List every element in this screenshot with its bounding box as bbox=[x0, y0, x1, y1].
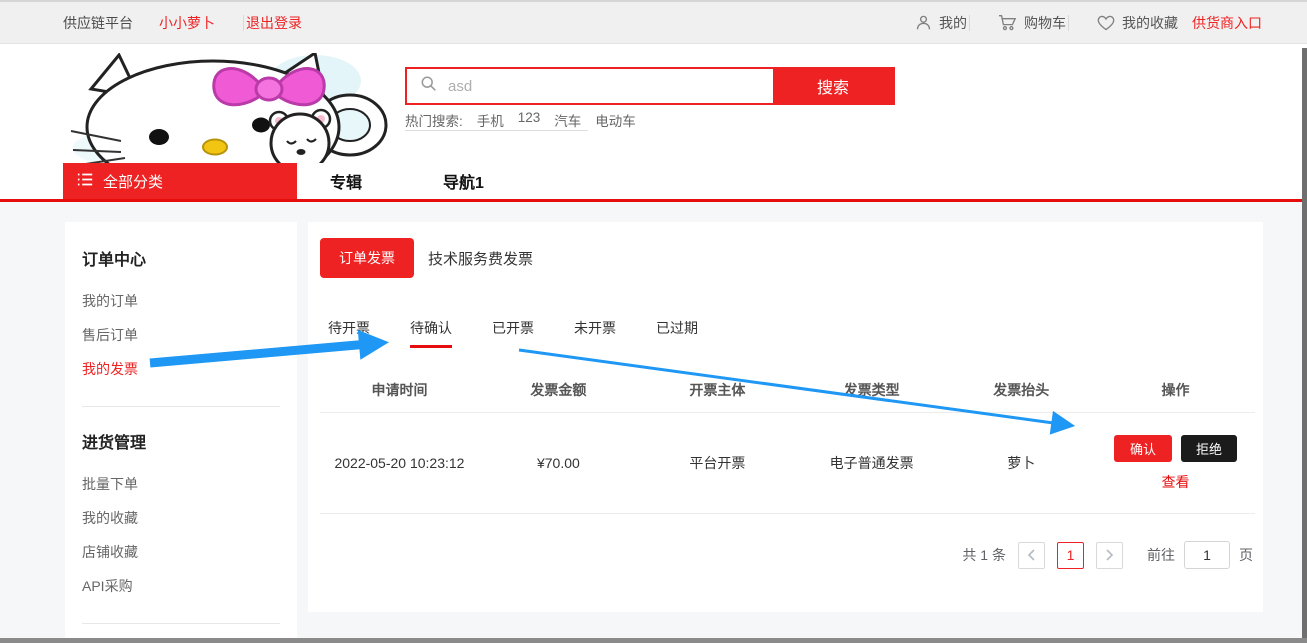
app-window: 供应链平台 小小萝卜 退出登录 我的 bbox=[0, 0, 1307, 643]
nav-link-nav1[interactable]: 导航1 bbox=[443, 163, 484, 199]
heart-icon bbox=[1097, 15, 1115, 31]
invoice-status-tabs: 待开票 待确认 已开票 未开票 已过期 bbox=[328, 318, 1255, 348]
all-categories-label: 全部分类 bbox=[103, 171, 163, 192]
col-invoice-type: 发票类型 bbox=[797, 380, 947, 400]
sidebar-divider bbox=[82, 623, 280, 624]
tab-tech-service-invoice[interactable]: 技术服务费发票 bbox=[428, 248, 533, 269]
topbar-left: 供应链平台 小小萝卜 退出登录 bbox=[63, 13, 328, 33]
invoice-table: 申请时间 发票金额 开票主体 发票类型 发票抬头 操作 2022-05-20 1… bbox=[320, 380, 1255, 514]
tab-expired[interactable]: 已过期 bbox=[656, 318, 698, 348]
confirm-button[interactable]: 确认 bbox=[1114, 435, 1172, 462]
hot-search-item[interactable]: 汽车 bbox=[554, 110, 581, 130]
tab-order-invoice[interactable]: 订单发票 bbox=[320, 238, 414, 278]
topbar: 供应链平台 小小萝卜 退出登录 我的 bbox=[0, 0, 1307, 44]
search-input[interactable] bbox=[446, 77, 773, 96]
tab-pending-confirm[interactable]: 待确认 bbox=[410, 318, 452, 348]
window-right-edge bbox=[1302, 48, 1307, 643]
pagination: 共 1 条 1 前往 页 bbox=[320, 541, 1255, 569]
tab-issued[interactable]: 已开票 bbox=[492, 318, 534, 348]
goto-label: 前往 bbox=[1147, 545, 1175, 565]
col-invoice-title: 发票抬头 bbox=[946, 380, 1096, 400]
topbar-divider bbox=[1068, 15, 1069, 31]
hot-search-label: 热门搜索: bbox=[405, 110, 463, 130]
all-categories-button[interactable]: 全部分类 bbox=[63, 163, 297, 199]
sidebar-divider bbox=[82, 406, 280, 407]
sidebar-item-my-orders[interactable]: 我的订单 bbox=[82, 284, 280, 318]
col-amount: 发票金额 bbox=[479, 380, 638, 400]
hot-search-item[interactable]: 手机 bbox=[477, 110, 504, 130]
page-unit-label: 页 bbox=[1239, 545, 1253, 565]
cell-apply-time: 2022-05-20 10:23:12 bbox=[320, 455, 479, 471]
cell-amount: ¥70.00 bbox=[479, 455, 638, 471]
view-link[interactable]: 查看 bbox=[1161, 472, 1189, 492]
sidebar-group-order-center: 订单中心 bbox=[82, 246, 280, 270]
reject-button[interactable]: 拒绝 bbox=[1181, 435, 1237, 462]
favorites-link[interactable]: 我的收藏 bbox=[1097, 13, 1178, 33]
sidebar-item-api-purchase[interactable]: API采购 bbox=[82, 569, 280, 603]
table-row: 2022-05-20 10:23:12 ¥70.00 平台开票 电子普通发票 萝… bbox=[320, 413, 1255, 514]
supplier-entry-link[interactable]: 供货商入口 bbox=[1192, 13, 1262, 33]
topbar-divider bbox=[243, 15, 244, 31]
hot-search-item[interactable]: 电动车 bbox=[595, 110, 636, 130]
sidebar-group-purchase-mgmt: 进货管理 bbox=[82, 429, 280, 453]
cell-issuer: 平台开票 bbox=[638, 453, 797, 473]
hot-search: 热门搜索: 手机 123 汽车 电动车 bbox=[405, 110, 895, 136]
hot-search-underline bbox=[405, 130, 588, 131]
topbar-divider bbox=[969, 15, 970, 31]
cell-invoice-title: 萝卜 bbox=[946, 453, 1096, 473]
my-account-link[interactable]: 我的 bbox=[915, 13, 967, 33]
sidebar-item-my-invoices[interactable]: 我的发票 bbox=[82, 352, 280, 386]
prev-page-button[interactable] bbox=[1018, 542, 1045, 569]
table-header: 申请时间 发票金额 开票主体 发票类型 发票抬头 操作 bbox=[320, 380, 1255, 413]
logo-cat-image[interactable] bbox=[63, 53, 390, 163]
favorites-label: 我的收藏 bbox=[1122, 13, 1178, 33]
page-body: 订单中心 我的订单 售后订单 我的发票 进货管理 批量下单 我的收藏 店铺收藏 … bbox=[0, 202, 1307, 643]
sidebar-item-after-sale-orders[interactable]: 售后订单 bbox=[82, 318, 280, 352]
window-bottom-edge bbox=[0, 638, 1307, 643]
tab-pending-issue[interactable]: 待开票 bbox=[328, 318, 370, 348]
nav-link-album[interactable]: 专辑 bbox=[330, 163, 362, 199]
page-number-1[interactable]: 1 bbox=[1057, 542, 1084, 569]
category-list-icon bbox=[77, 173, 93, 190]
search-bar: 搜索 bbox=[405, 67, 895, 105]
sidebar: 订单中心 我的订单 售后订单 我的发票 进货管理 批量下单 我的收藏 店铺收藏 … bbox=[65, 222, 297, 643]
search-button[interactable]: 搜索 bbox=[773, 69, 893, 103]
cart-icon bbox=[998, 14, 1017, 31]
invoice-panel: 订单发票 技术服务费发票 待开票 待确认 已开票 未开票 已过期 申请时间 发票… bbox=[308, 222, 1263, 612]
cart-label: 购物车 bbox=[1024, 13, 1066, 33]
site-header: 搜索 热门搜索: 手机 123 汽车 电动车 bbox=[0, 44, 1307, 163]
invoice-type-tabs: 订单发票 技术服务费发票 bbox=[320, 238, 1255, 278]
goto-page-input[interactable] bbox=[1184, 541, 1230, 569]
sidebar-item-my-favorites[interactable]: 我的收藏 bbox=[82, 501, 280, 535]
col-apply-time: 申请时间 bbox=[320, 380, 479, 400]
col-actions: 操作 bbox=[1096, 380, 1255, 400]
platform-name: 供应链平台 bbox=[63, 13, 133, 33]
main-nav: 全部分类 专辑 导航1 bbox=[0, 163, 1307, 199]
logout-link[interactable]: 退出登录 bbox=[246, 13, 302, 33]
goto-page-group: 前往 页 bbox=[1147, 541, 1253, 569]
cell-actions: 确认 拒绝 查看 bbox=[1096, 435, 1255, 492]
tab-not-issued[interactable]: 未开票 bbox=[574, 318, 616, 348]
cell-invoice-type: 电子普通发票 bbox=[797, 453, 947, 473]
hot-search-item[interactable]: 123 bbox=[518, 110, 541, 130]
pagination-total: 共 1 条 bbox=[962, 545, 1006, 565]
next-page-button[interactable] bbox=[1096, 542, 1123, 569]
sidebar-item-bulk-order[interactable]: 批量下单 bbox=[82, 467, 280, 501]
col-issuer: 开票主体 bbox=[638, 380, 797, 400]
my-account-label: 我的 bbox=[939, 13, 967, 33]
user-icon bbox=[915, 14, 932, 31]
sidebar-item-shop-favorites[interactable]: 店铺收藏 bbox=[82, 535, 280, 569]
cart-link[interactable]: 购物车 bbox=[998, 13, 1066, 33]
search-icon bbox=[420, 75, 437, 97]
search-input-area bbox=[407, 69, 773, 103]
topbar-right: 我的 购物车 我的收藏 bbox=[889, 13, 1262, 33]
username-link[interactable]: 小小萝卜 bbox=[159, 13, 215, 33]
